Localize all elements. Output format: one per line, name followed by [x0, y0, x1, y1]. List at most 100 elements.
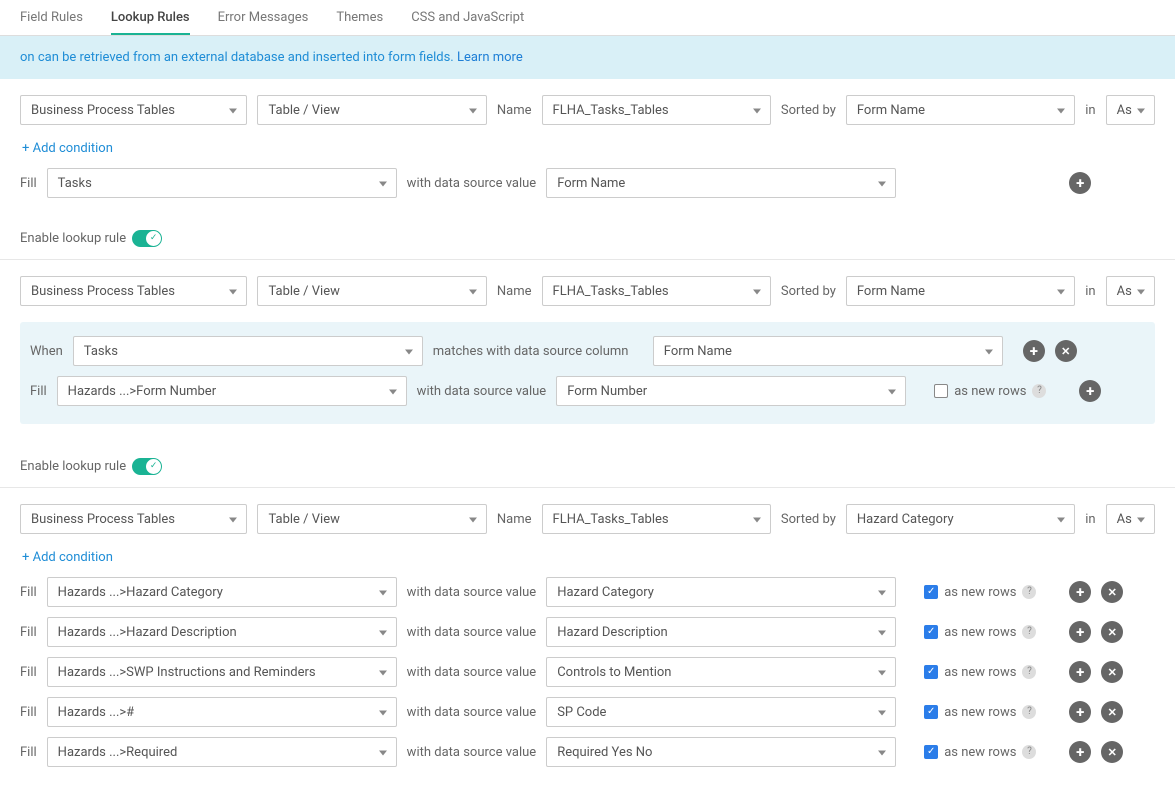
enable-rule-row: Enable lookup rule [20, 458, 1175, 475]
add-condition-link[interactable]: + Add condition [22, 550, 113, 565]
as-new-rows-checkbox[interactable] [934, 384, 948, 398]
with-label: with data source value [407, 176, 537, 191]
info-text: on can be retrieved from an external dat… [20, 50, 457, 65]
rule-header-row: Business Process Tables Table / View Nam… [20, 504, 1155, 534]
fill-label: Fill [20, 665, 37, 680]
source-dropdown[interactable]: Business Process Tables [20, 504, 247, 534]
rule-header-row: Business Process Tables Table / View Nam… [20, 95, 1155, 125]
fill-field-dropdown[interactable]: Tasks [47, 168, 397, 198]
as-new-rows-label: as new rows [954, 384, 1026, 399]
enable-toggle[interactable] [132, 458, 162, 475]
add-fill-button[interactable] [1069, 701, 1091, 723]
as-new-rows-checkbox[interactable] [924, 585, 938, 599]
name-dropdown[interactable]: FLHA_Tasks_Tables [542, 276, 771, 306]
fill-field-dropdown[interactable]: Hazards ...>SWP Instructions and Reminde… [47, 657, 397, 687]
fill-field-dropdown[interactable]: Hazards ...>Form Number [57, 376, 407, 406]
fill-field-dropdown[interactable]: Hazards ...># [47, 697, 397, 727]
add-fill-button[interactable] [1069, 661, 1091, 683]
lookup-rule: Business Process Tables Table / View Nam… [0, 488, 1175, 801]
help-icon[interactable]: ? [1022, 625, 1036, 639]
condition-box: When Tasks matches with data source colu… [20, 322, 1155, 424]
tab-lookup-rules[interactable]: Lookup Rules [111, 0, 190, 35]
tableview-dropdown[interactable]: Table / View [257, 504, 486, 534]
add-condition-button[interactable] [1023, 340, 1045, 362]
sort-order-dropdown[interactable]: As [1106, 95, 1155, 125]
add-fill-button[interactable] [1069, 741, 1091, 763]
learn-more-link[interactable]: Learn more [457, 50, 523, 65]
tableview-dropdown[interactable]: Table / View [257, 95, 486, 125]
help-icon[interactable]: ? [1022, 745, 1036, 759]
in-label: in [1085, 103, 1095, 118]
sorted-by-dropdown[interactable]: Form Name [846, 95, 1075, 125]
matches-column-dropdown[interactable]: Form Name [653, 336, 1003, 366]
add-fill-button[interactable] [1069, 581, 1091, 603]
help-icon[interactable]: ? [1022, 705, 1036, 719]
remove-fill-button[interactable] [1101, 621, 1123, 643]
remove-fill-button[interactable] [1101, 741, 1123, 763]
name-dropdown[interactable]: FLHA_Tasks_Tables [542, 504, 771, 534]
sorted-by-dropdown[interactable]: Form Name [846, 276, 1075, 306]
add-fill-button[interactable] [1069, 172, 1091, 194]
as-new-rows-checkbox[interactable] [924, 625, 938, 639]
remove-fill-button[interactable] [1101, 701, 1123, 723]
fill-field-dropdown[interactable]: Hazards ...>Hazard Category [47, 577, 397, 607]
enable-toggle[interactable] [132, 230, 162, 247]
help-icon[interactable]: ? [1022, 585, 1036, 599]
as-new-rows-checkbox[interactable] [924, 705, 938, 719]
sort-order-dropdown[interactable]: As [1106, 276, 1155, 306]
data-source-value-dropdown[interactable]: Form Name [546, 168, 896, 198]
when-label: When [30, 344, 63, 359]
fill-field-dropdown[interactable]: Hazards ...>Required [47, 737, 397, 767]
add-fill-button[interactable] [1079, 380, 1101, 402]
tab-themes[interactable]: Themes [336, 0, 383, 35]
as-new-rows-label: as new rows [944, 705, 1016, 720]
rule-header-row: Business Process Tables Table / View Nam… [20, 276, 1155, 306]
tableview-dropdown[interactable]: Table / View [257, 276, 486, 306]
fill-label: Fill [20, 176, 37, 191]
source-dropdown[interactable]: Business Process Tables [20, 95, 247, 125]
fill-row: Fill Hazards ...>Hazard Category with da… [20, 577, 1155, 607]
fill-label: Fill [20, 585, 37, 600]
enable-rule-row: Enable lookup rule [20, 230, 1175, 247]
as-new-rows-label: as new rows [944, 665, 1016, 680]
fill-row: Fill Hazards ...>Hazard Description with… [20, 617, 1155, 647]
data-source-value-dropdown[interactable]: Required Yes No [546, 737, 896, 767]
help-icon[interactable]: ? [1022, 665, 1036, 679]
tab-error-messages[interactable]: Error Messages [218, 0, 309, 35]
tab-css-js[interactable]: CSS and JavaScript [411, 0, 524, 35]
data-source-value-dropdown[interactable]: Hazard Category [546, 577, 896, 607]
lookup-rule: Business Process Tables Table / View Nam… [0, 260, 1175, 488]
with-label: with data source value [407, 745, 537, 760]
fill-field-dropdown[interactable]: Hazards ...>Hazard Description [47, 617, 397, 647]
with-label: with data source value [407, 625, 537, 640]
info-banner: on can be retrieved from an external dat… [0, 36, 1175, 79]
sort-order-dropdown[interactable]: As [1106, 504, 1155, 534]
tab-field-rules[interactable]: Field Rules [20, 0, 83, 35]
data-source-value-dropdown[interactable]: Form Number [556, 376, 906, 406]
as-new-rows-label: as new rows [944, 625, 1016, 640]
data-source-value-dropdown[interactable]: Hazard Description [546, 617, 896, 647]
sorted-by-dropdown[interactable]: Hazard Category [846, 504, 1075, 534]
source-dropdown[interactable]: Business Process Tables [20, 276, 247, 306]
sorted-label: Sorted by [781, 512, 836, 527]
when-field-dropdown[interactable]: Tasks [73, 336, 423, 366]
data-source-value-dropdown[interactable]: Controls to Mention [546, 657, 896, 687]
add-fill-button[interactable] [1069, 621, 1091, 643]
fill-row: Fill Hazards ...>Form Number with data s… [30, 376, 1143, 406]
remove-fill-button[interactable] [1101, 581, 1123, 603]
name-dropdown[interactable]: FLHA_Tasks_Tables [542, 95, 771, 125]
remove-fill-button[interactable] [1101, 661, 1123, 683]
data-source-value-dropdown[interactable]: SP Code [546, 697, 896, 727]
as-new-rows-checkbox[interactable] [924, 745, 938, 759]
as-new-rows-checkbox[interactable] [924, 665, 938, 679]
with-label: with data source value [407, 585, 537, 600]
enable-label: Enable lookup rule [20, 231, 126, 246]
fill-row: Fill Tasks with data source value Form N… [20, 168, 1155, 198]
name-label: Name [497, 512, 532, 527]
add-condition-link[interactable]: + Add condition [22, 141, 113, 156]
tab-bar: Field Rules Lookup Rules Error Messages … [0, 0, 1175, 36]
sorted-label: Sorted by [781, 284, 836, 299]
remove-condition-button[interactable] [1055, 340, 1077, 362]
as-new-rows-label: as new rows [944, 745, 1016, 760]
help-icon[interactable]: ? [1032, 384, 1046, 398]
